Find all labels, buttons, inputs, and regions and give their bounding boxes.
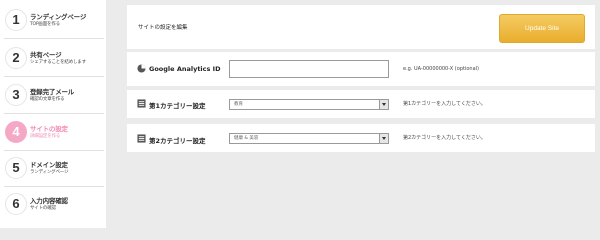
step-subtitle: 詳細設定を作る — [30, 134, 61, 139]
divider — [4, 38, 104, 39]
category1-row: 第1カテゴリー設定 教育 第1カテゴリーを入力してください。 — [127, 90, 595, 118]
list-icon — [137, 99, 146, 108]
step-title: ドメイン設定 — [30, 161, 68, 169]
step-subtitle: TOP画面を作る — [30, 22, 60, 27]
pie-chart-icon — [137, 64, 146, 73]
step-title: 登録完了メール — [30, 88, 75, 96]
chevron-down-icon[interactable] — [379, 100, 388, 109]
category2-row: 第2カテゴリー設定 健康 & 美容 第2カテゴリーを入力してください。 — [127, 124, 595, 152]
category2-hint: 第2カテゴリーを入力してください。 — [403, 135, 486, 141]
chevron-down-icon[interactable] — [379, 134, 388, 143]
step-subtitle: 確認の文章を作る — [30, 97, 65, 102]
category1-label: 第1カテゴリー設定 — [149, 102, 206, 110]
step-number: 2 — [5, 47, 27, 69]
step-number: 6 — [5, 193, 27, 215]
step-subtitle: サイトの確認 — [30, 206, 56, 211]
step-number: 4 — [5, 121, 27, 143]
step-title: ランディングページ — [30, 13, 87, 21]
settings-header: サイトの設定を編集 Update Site — [127, 5, 595, 49]
sidebar-step-site-settings[interactable]: 4 サイトの設定 詳細設定を作る — [0, 114, 106, 151]
step-number: 5 — [5, 157, 27, 179]
step-number: 3 — [5, 84, 27, 106]
select-value: 教育 — [234, 102, 243, 107]
page-title: サイトの設定を編集 — [138, 25, 188, 31]
category2-label: 第2カテゴリー設定 — [149, 137, 206, 145]
category1-hint: 第1カテゴリーを入力してください。 — [403, 101, 486, 107]
step-subtitle: ランディングページ — [30, 170, 69, 175]
select-value: 健康 & 美容 — [234, 136, 259, 141]
update-site-button[interactable]: Update Site — [499, 14, 585, 43]
sidebar-step-registration-mail[interactable]: 3 登録完了メール 確認の文章を作る — [0, 77, 106, 114]
steps-sidebar: 1 ランディングページ TOP画面を作る 2 共有ページ シェアすることを結めし… — [0, 0, 106, 228]
analytics-label: Google Analytics ID — [149, 65, 221, 73]
sidebar-step-share-page[interactable]: 2 共有ページ シェアすることを結めします — [0, 40, 106, 77]
analytics-hint: e.g. UA-00000000-X (optional) — [403, 66, 479, 72]
analytics-row: Google Analytics ID e.g. UA-00000000-X (… — [127, 52, 595, 86]
sidebar-step-domain-settings[interactable]: 5 ドメイン設定 ランディングページ — [0, 150, 106, 187]
sidebar-step-confirm-input[interactable]: 6 入力内容確認 サイトの確認 — [0, 186, 106, 223]
step-subtitle: シェアすることを結めします — [30, 60, 86, 65]
step-title: サイトの設定 — [30, 125, 68, 133]
step-title: 入力内容確認 — [30, 197, 68, 205]
category2-select[interactable]: 健康 & 美容 — [229, 133, 389, 144]
step-number: 1 — [5, 9, 27, 31]
list-icon — [137, 134, 146, 143]
category1-select[interactable]: 教育 — [229, 99, 389, 110]
step-title: 共有ページ — [30, 51, 62, 59]
sidebar-step-landing-page[interactable]: 1 ランディングページ TOP画面を作る — [0, 2, 106, 39]
analytics-id-input[interactable] — [229, 60, 389, 78]
